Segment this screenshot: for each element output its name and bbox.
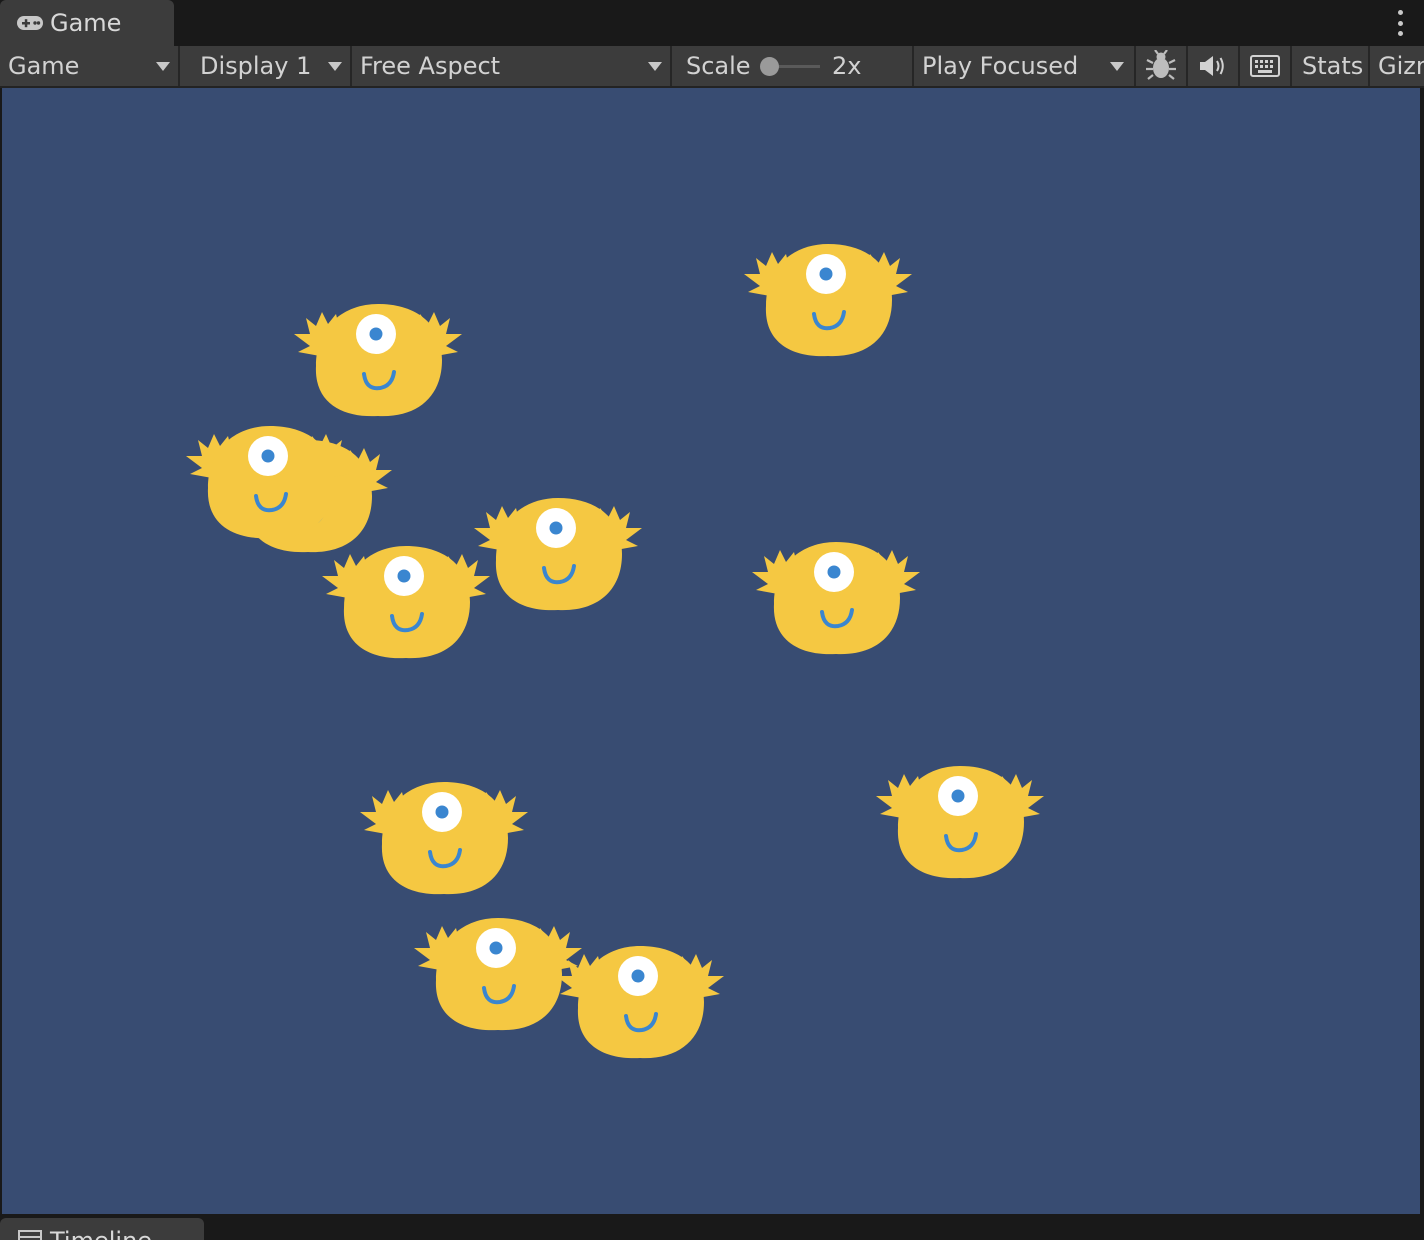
- bottom-panel-bar: Timeline: [0, 1216, 1424, 1240]
- more-options-icon[interactable]: [1396, 10, 1404, 36]
- gizmos-label: Gizmos: [1378, 52, 1424, 80]
- timeline-icon: [18, 1230, 42, 1240]
- view-mode-dropdown[interactable]: Game: [0, 46, 180, 86]
- debug-toggle-button[interactable]: [1136, 46, 1188, 86]
- play-mode-dropdown[interactable]: Play Focused: [914, 46, 1136, 86]
- game-toolbar: Game Display 1 Free Aspect Scale 2x Play…: [0, 46, 1424, 88]
- keyboard-icon: [1250, 55, 1280, 77]
- tab-bar: Game: [0, 0, 1424, 46]
- monster-sprite[interactable]: [354, 778, 534, 898]
- scale-slider-handle[interactable]: [760, 57, 779, 76]
- play-mode-label: Play Focused: [922, 52, 1079, 80]
- speaker-icon: [1200, 56, 1224, 76]
- monster-sprite[interactable]: [288, 300, 468, 420]
- tab-timeline[interactable]: Timeline: [0, 1218, 204, 1240]
- shortcuts-button[interactable]: [1240, 46, 1292, 86]
- bug-icon: [1146, 50, 1176, 80]
- monster-sprite[interactable]: [746, 538, 926, 658]
- view-mode-label: Game: [8, 52, 80, 80]
- monster-sprite[interactable]: [870, 762, 1050, 882]
- game-viewport[interactable]: [2, 88, 1420, 1214]
- tab-title: Timeline: [50, 1228, 152, 1240]
- chevron-down-icon: [648, 62, 662, 71]
- monster-sprite[interactable]: [316, 542, 496, 662]
- gamepad-icon: [17, 16, 43, 30]
- monster-sprite[interactable]: [180, 422, 360, 542]
- chevron-down-icon: [1110, 62, 1124, 71]
- display-dropdown[interactable]: Display 1: [180, 46, 352, 86]
- display-label: Display 1: [200, 52, 312, 80]
- gizmos-button[interactable]: Gizmos: [1370, 46, 1424, 86]
- stats-label: Stats: [1302, 52, 1364, 80]
- aspect-label: Free Aspect: [360, 52, 501, 80]
- tab-game[interactable]: Game: [0, 0, 174, 46]
- scale-control: Scale 2x: [672, 46, 914, 86]
- aspect-dropdown[interactable]: Free Aspect: [352, 46, 672, 86]
- stats-button[interactable]: Stats: [1292, 46, 1370, 86]
- tab-title: Game: [50, 9, 122, 37]
- mute-audio-button[interactable]: [1188, 46, 1240, 86]
- chevron-down-icon: [156, 62, 170, 71]
- monster-sprite[interactable]: [550, 942, 730, 1062]
- scale-label: Scale: [686, 52, 751, 80]
- monster-sprite[interactable]: [738, 240, 918, 360]
- chevron-down-icon: [328, 62, 342, 71]
- scale-value: 2x: [832, 52, 862, 80]
